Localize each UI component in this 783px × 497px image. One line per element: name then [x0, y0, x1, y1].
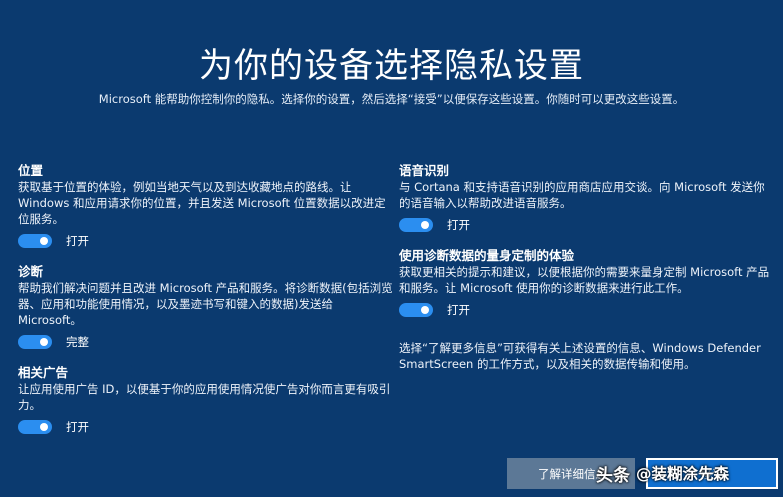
page-title: 为你的设备选择隐私设置: [199, 46, 584, 86]
setting-title: 使用诊断数据的量身定制的体验: [399, 248, 575, 263]
setting-tailored-experiences: 使用诊断数据的量身定制的体验 获取更相关的提示和建议，以便根据你的需要来量身定制…: [399, 247, 771, 318]
learn-more-button[interactable]: 了解详细信息: [507, 458, 635, 489]
toggle-state-label: 打开: [66, 420, 89, 434]
speech-recognition-toggle[interactable]: [399, 218, 433, 232]
toggle-row: 打开: [399, 217, 771, 233]
setting-location: 位置 获取基于位置的体验，例如当地天气以及到达收藏地点的路线。让 Windows…: [18, 162, 393, 249]
setting-description: 获取基于位置的体验，例如当地天气以及到达收藏地点的路线。让 Windows 和应…: [18, 180, 386, 226]
location-toggle[interactable]: [18, 234, 52, 248]
setting-description: 让应用使用广告 ID，以便基于你的应用使用情况使广告对你而言更有吸引力。: [18, 382, 391, 412]
toggle-state-label: 打开: [447, 218, 470, 232]
toggle-state-label: 打开: [66, 234, 89, 248]
setting-description: 获取更相关的提示和建议，以便根据你的需要来量身定制 Microsoft 产品和服…: [399, 265, 770, 295]
setting-speech-recognition: 语音识别 与 Cortana 和支持语音识别的应用商店应用交谈。向 Micros…: [399, 162, 771, 233]
setting-relevant-ads: 相关广告 让应用使用广告 ID，以便基于你的应用使用情况使广告对你而言更有吸引力…: [18, 364, 393, 435]
setting-title: 诊断: [18, 264, 44, 279]
setting-title: 位置: [18, 163, 44, 178]
toggle-row: 打开: [18, 233, 393, 249]
info-note: 选择“了解更多信息”可获得有关上述设置的信息、Windows Defender …: [399, 341, 761, 371]
tailored-experiences-toggle[interactable]: [399, 303, 433, 317]
setting-description: 帮助我们解决问题并且改进 Microsoft 产品和服务。将诊断数据(包括浏览器…: [18, 281, 393, 327]
page-subtitle: Microsoft 能帮助你控制你的隐私。选择你的设置，然后选择“接受”以便保存…: [98, 92, 685, 106]
toggle-state-label: 完整: [66, 335, 89, 349]
diagnostics-toggle[interactable]: [18, 335, 52, 349]
right-settings-column: 语音识别 与 Cortana 和支持语音识别的应用商店应用交谈。向 Micros…: [399, 162, 771, 372]
setting-title: 相关广告: [18, 365, 69, 380]
setting-description: 与 Cortana 和支持语音识别的应用商店应用交谈。向 Microsoft 发…: [399, 180, 765, 210]
toggle-row: 打开: [399, 302, 771, 318]
setting-diagnostics: 诊断 帮助我们解决问题并且改进 Microsoft 产品和服务。将诊断数据(包括…: [18, 263, 393, 350]
toggle-state-label: 打开: [447, 303, 470, 317]
toggle-row: 完整: [18, 334, 393, 350]
toggle-row: 打开: [18, 419, 393, 435]
accept-button[interactable]: 接受: [646, 458, 778, 489]
left-settings-column: 位置 获取基于位置的体验，例如当地天气以及到达收藏地点的路线。让 Windows…: [18, 162, 393, 449]
relevant-ads-toggle[interactable]: [18, 420, 52, 434]
setting-title: 语音识别: [399, 163, 450, 178]
